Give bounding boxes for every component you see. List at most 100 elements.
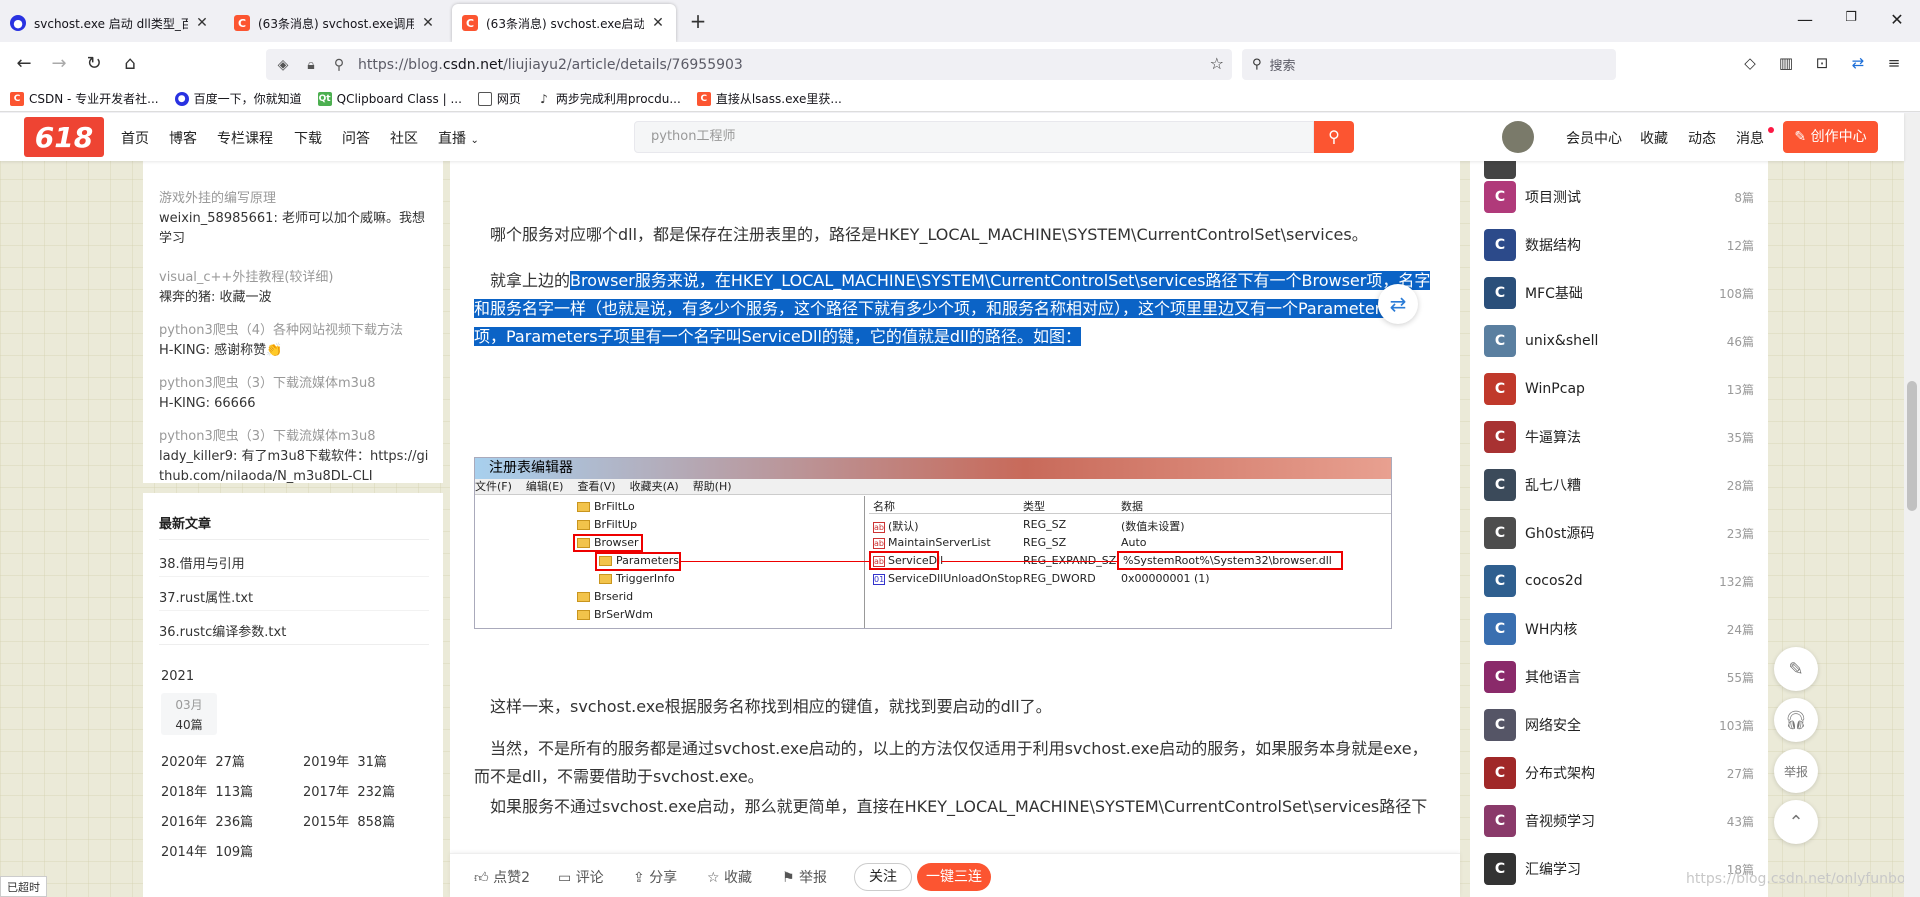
bookmark-item[interactable]: Qt QClipboard Class | ... <box>317 91 462 106</box>
archive-month[interactable]: 03月 40篇 <box>161 693 217 735</box>
nav-vip[interactable]: 会员中心 <box>1566 128 1622 148</box>
archive-year-item[interactable]: 2019年 31篇 <box>303 751 387 770</box>
report-float-button[interactable]: 举报 <box>1774 749 1818 793</box>
archive-year-item[interactable]: 2014年 109篇 <box>161 841 253 860</box>
lock-icon[interactable]: 🔒︎ <box>300 57 322 73</box>
menu-icon[interactable]: ≡ <box>1882 54 1906 72</box>
archive-year-item[interactable]: 2015年 858篇 <box>303 811 395 830</box>
column-item[interactable]: C 音视频学习 43篇 <box>1484 803 1754 839</box>
nav-qa[interactable]: 问答 <box>342 128 370 148</box>
comment-article-link[interactable]: visual_c++外挂教程(较详细) <box>159 266 429 285</box>
column-name: 网络安全 <box>1525 718 1581 734</box>
bookmark-folder[interactable]: 网页 <box>477 90 521 107</box>
create-center-button[interactable]: ✎ 创作中心 <box>1783 121 1878 153</box>
tab-2[interactable]: C (63条消息) svchost.exe调用DL ✕ <box>224 4 446 42</box>
archive-year-item[interactable]: 2020年 27篇 <box>161 751 245 770</box>
star-icon: ☆ <box>707 870 720 886</box>
archive-year-item[interactable]: 2018年 113篇 <box>161 781 253 800</box>
new-tab-icon[interactable]: + <box>686 10 710 34</box>
csdn-search-button[interactable]: ⚲ <box>1314 121 1354 153</box>
column-item[interactable]: C 数据结构 12篇 <box>1484 227 1754 263</box>
column-item[interactable]: C WH内核 24篇 <box>1484 611 1754 647</box>
nav-home[interactable]: 首页 <box>121 128 149 148</box>
like-button[interactable]: 👍︎ 点赞2 <box>474 867 530 887</box>
reload-icon[interactable]: ↻ <box>80 52 108 76</box>
close-tab-icon[interactable]: ✕ <box>420 15 436 31</box>
shield-icon[interactable]: ◈ <box>272 57 294 73</box>
latest-article-link[interactable]: 37.rust属性.txt <box>159 587 253 606</box>
minimize-icon[interactable]: — <box>1790 10 1820 29</box>
close-tab-icon[interactable]: ✕ <box>650 15 666 31</box>
column-item[interactable]: C 分布式架构 27篇 <box>1484 755 1754 791</box>
favorite-button[interactable]: ☆ 收藏 <box>707 867 752 887</box>
column-item[interactable]: Ccocos2d 132篇 <box>1484 563 1754 599</box>
headset-icon[interactable]: 🎧︎ <box>1774 698 1818 742</box>
close-tab-icon[interactable]: ✕ <box>194 15 210 31</box>
scrollbar[interactable] <box>1904 113 1920 897</box>
library-icon[interactable]: ▥ <box>1774 54 1798 72</box>
bookmark-item[interactable]: ♪ 两步完成利用procdu... <box>537 90 681 107</box>
follow-button[interactable]: 关注 <box>854 863 912 891</box>
column-item[interactable]: C WinPcap 13篇 <box>1484 371 1754 407</box>
nav-messages[interactable]: 消息 <box>1736 128 1764 148</box>
archive-year[interactable]: 2021 <box>161 669 194 684</box>
crop-icon[interactable]: ⊡ <box>1810 54 1834 72</box>
browser-search-input[interactable]: ⚲ 搜索 <box>1242 49 1616 80</box>
permissions-icon[interactable]: ⚲ <box>328 57 350 73</box>
share-button[interactable]: ⇪ 分享 <box>633 867 677 887</box>
comment-article-link[interactable]: 游戏外挂的编写原理 <box>159 187 429 206</box>
latest-article-link[interactable]: 38.借用与引用 <box>159 553 245 572</box>
bookmark-star-icon[interactable]: ☆ <box>1210 54 1224 73</box>
address-bar[interactable]: ◈ 🔒︎ ⚲ https://blog.csdn.net/liujiayu2/a… <box>266 49 1232 80</box>
comment-button[interactable]: ▭ 评论 <box>558 867 604 887</box>
translate-icon[interactable]: ⇄ <box>1378 284 1418 324</box>
back-icon[interactable]: ← <box>10 52 38 76</box>
comment-article-link[interactable]: python3爬虫（3）下载流媒体m3u8 <box>159 425 429 444</box>
csdn-search-input[interactable]: python工程师 <box>634 121 1314 153</box>
tab-3-active[interactable]: C (63条消息) svchost.exe启动服 ✕ <box>452 4 676 42</box>
bookmark-item[interactable]: C 直接从lsass.exe里获... <box>696 90 842 107</box>
nav-courses[interactable]: 专栏课程 <box>217 128 273 148</box>
nav-community[interactable]: 社区 <box>390 128 418 148</box>
column-item[interactable]: C 牛逼算法 35篇 <box>1484 419 1754 455</box>
url-text[interactable]: https://blog.csdn.net/liujiayu2/article/… <box>358 57 743 73</box>
column-name: MFC基础 <box>1525 286 1583 302</box>
column-item[interactable]: C 乱七八糟 28篇 <box>1484 467 1754 503</box>
column-item[interactable]: C Gh0st源码 23篇 <box>1484 515 1754 551</box>
comment-article-link[interactable]: python3爬虫（3）下载流媒体m3u8 <box>159 372 429 391</box>
selected-text: Browser服务来说，在HKEY_LOCAL_MACHINE\SYSTEM\C… <box>474 271 1431 346</box>
report-button[interactable]: ⚑ 举报 <box>782 867 827 887</box>
comment-article-link[interactable]: python3爬虫（4）各种网站视频下载方法 <box>159 319 429 338</box>
nav-favorites[interactable]: 收藏 <box>1640 128 1668 148</box>
pocket-icon[interactable]: ◇ <box>1738 54 1762 72</box>
tab-1[interactable]: ● svchost.exe 启动 dll类型_百度 ✕ <box>0 4 220 42</box>
column-item[interactable]: C 其他语言 55篇 <box>1484 659 1754 695</box>
column-item[interactable]: C MFC基础 108篇 <box>1484 275 1754 311</box>
home-icon[interactable]: ⌂ <box>116 52 144 76</box>
column-item[interactable]: Cunix&shell 46篇 <box>1484 323 1754 359</box>
column-item[interactable]: C 网络安全 103篇 <box>1484 707 1754 743</box>
edit-icon[interactable]: ✎ <box>1774 647 1818 691</box>
avatar[interactable] <box>1502 121 1534 153</box>
latest-article-link[interactable]: 36.rustc编译参数.txt <box>159 621 286 640</box>
column-thumbnail: C <box>1484 853 1516 885</box>
close-window-icon[interactable]: ✕ <box>1882 10 1912 29</box>
archive-year-item[interactable]: 2016年 236篇 <box>161 811 253 830</box>
restore-icon[interactable]: ❐ <box>1836 10 1866 25</box>
sync-icon[interactable]: ⇄ <box>1846 54 1870 72</box>
column-item[interactable]: C 项目测试 8篇 <box>1484 179 1754 215</box>
bookmark-item[interactable]: C CSDN - 专业开发者社... <box>10 90 159 107</box>
bookmark-item[interactable]: ● 百度一下，你就知道 <box>174 90 302 107</box>
bookmarks-bar: C CSDN - 专业开发者社... ● 百度一下，你就知道 Qt QClipboar… <box>0 86 1920 112</box>
scrollbar-thumb[interactable] <box>1907 381 1917 511</box>
csdn-logo[interactable]: 618 <box>24 117 104 157</box>
column-thumbnail: C <box>1484 277 1516 309</box>
triple-action-button[interactable]: 一键三连 <box>917 863 991 891</box>
archive-year-item[interactable]: 2017年 232篇 <box>303 781 395 800</box>
back-to-top-icon[interactable]: ⌃ <box>1774 800 1818 844</box>
nav-blog[interactable]: 博客 <box>169 128 197 148</box>
forward-icon[interactable]: → <box>45 52 73 76</box>
nav-download[interactable]: 下载 <box>294 128 322 148</box>
nav-live[interactable]: 直播 ⌄ <box>438 128 479 148</box>
nav-activity[interactable]: 动态 <box>1688 128 1716 148</box>
